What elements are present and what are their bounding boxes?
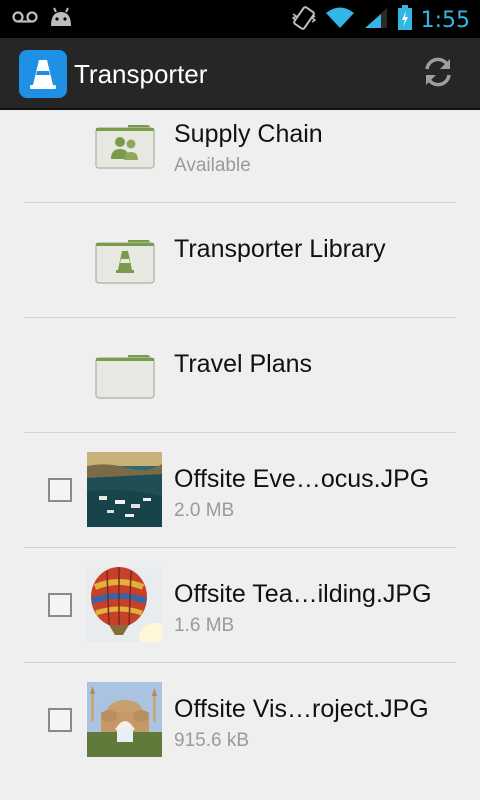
- list-item-folder[interactable]: Supply Chain Available: [24, 110, 456, 203]
- file-list: Supply Chain Available Transporter Libra…: [0, 110, 480, 800]
- file-name: Offsite Vis…roject.JPG: [174, 695, 429, 723]
- battery-charging-icon: [397, 5, 413, 36]
- status-bar: 1:55: [0, 0, 480, 38]
- refresh-button[interactable]: [418, 54, 458, 94]
- voicemail-icon: [12, 10, 38, 29]
- harbor-photo: [87, 452, 162, 527]
- balloon-photo: [87, 567, 162, 642]
- file-size: 915.6 kB: [174, 730, 249, 751]
- file-name: Offsite Tea…ilding.JPG: [174, 580, 432, 608]
- list-item-folder[interactable]: Transporter Library: [24, 203, 456, 318]
- list-item-folder[interactable]: Travel Plans: [24, 318, 456, 433]
- mosque-photo: [87, 682, 162, 757]
- action-bar: Transporter: [0, 38, 480, 110]
- signal-icon: [363, 6, 389, 35]
- wifi-icon: [325, 6, 355, 35]
- shared-folder-icon: [94, 122, 156, 170]
- folder-name: Transporter Library: [174, 235, 386, 263]
- file-checkbox[interactable]: [48, 708, 72, 732]
- list-item-file[interactable]: Offsite Vis…roject.JPG 915.6 kB: [24, 663, 456, 778]
- file-checkbox[interactable]: [48, 593, 72, 617]
- folder-name: Supply Chain: [174, 120, 323, 148]
- library-folder-icon: [94, 237, 156, 285]
- vibrate-icon: [291, 4, 317, 37]
- file-checkbox[interactable]: [48, 478, 72, 502]
- transporter-cone-icon[interactable]: [19, 50, 67, 98]
- app-title: Transporter: [74, 59, 208, 89]
- android-icon: [48, 6, 74, 33]
- refresh-icon: [420, 54, 456, 95]
- list-item-file[interactable]: Offsite Tea…ilding.JPG 1.6 MB: [24, 548, 456, 663]
- file-size: 2.0 MB: [174, 500, 235, 521]
- folder-name: Travel Plans: [174, 350, 313, 378]
- list-item-file[interactable]: Offsite Eve…ocus.JPG 2.0 MB: [24, 433, 456, 548]
- file-size: 1.6 MB: [174, 615, 235, 636]
- clock: 1:55: [420, 8, 470, 33]
- folder-icon: [94, 352, 156, 400]
- folder-status: Available: [174, 155, 251, 176]
- file-name: Offsite Eve…ocus.JPG: [174, 465, 430, 493]
